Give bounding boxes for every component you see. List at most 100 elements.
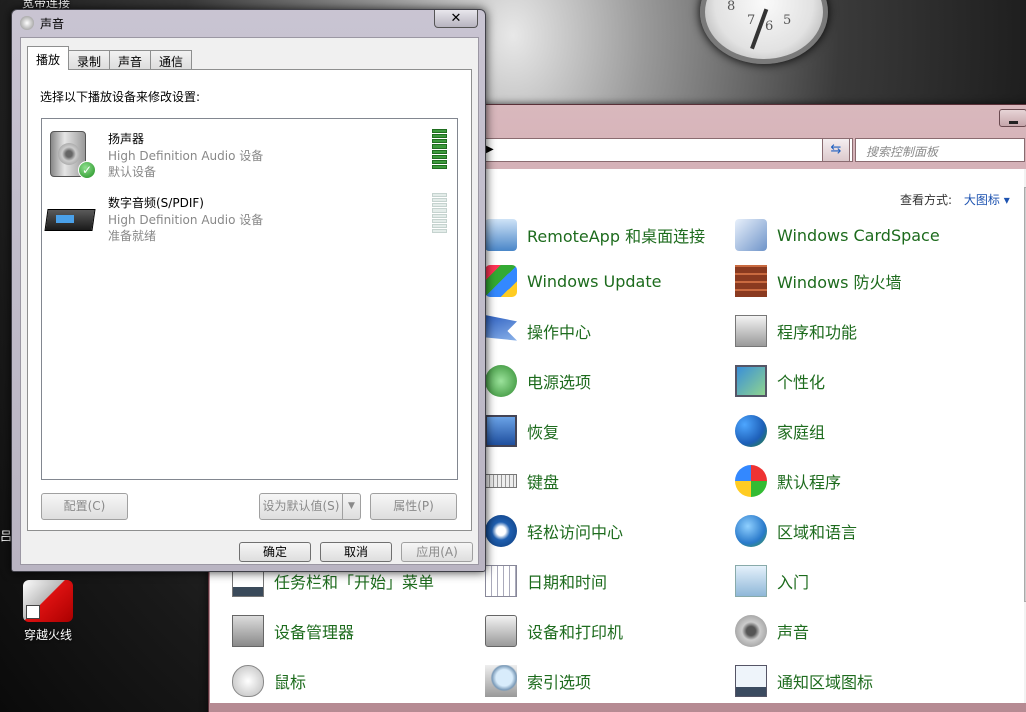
ok-button[interactable]: 确定 bbox=[239, 542, 311, 562]
default-check-icon: ✓ bbox=[78, 161, 96, 179]
cp-item-programs-features[interactable]: 程序和功能 bbox=[735, 315, 857, 347]
cp-item-label: 轻松访问中心 bbox=[527, 523, 624, 542]
cp-item-label: 通知区域图标 bbox=[777, 673, 874, 692]
dialog-client-area: 播放 录制 声音 通信 选择以下播放设备来修改设置: ✓ 扬声器 High De… bbox=[20, 37, 479, 565]
device-list[interactable]: ✓ 扬声器 High Definition Audio 设备 默认设备 数字音频… bbox=[41, 118, 458, 480]
instruction-text: 选择以下播放设备来修改设置: bbox=[40, 90, 201, 104]
playback-tab-panel: 选择以下播放设备来修改设置: ✓ 扬声器 High Definition Aud… bbox=[27, 69, 472, 531]
digital-audio-icon bbox=[44, 195, 96, 243]
sound-icon bbox=[735, 615, 767, 647]
cp-item-action-center[interactable]: 操作中心 bbox=[485, 315, 591, 347]
cp-item-label: 入门 bbox=[777, 573, 810, 592]
devices-printers-icon bbox=[485, 615, 517, 647]
view-by-dropdown[interactable]: 大图标 ▾ bbox=[964, 193, 1010, 207]
device-item-speakers[interactable]: ✓ 扬声器 High Definition Audio 设备 默认设备 bbox=[46, 125, 447, 187]
cp-item-label: 家庭组 bbox=[777, 423, 826, 442]
ease-of-access-icon bbox=[485, 515, 517, 547]
cp-item-label: 日期和时间 bbox=[527, 573, 608, 592]
default-programs-icon bbox=[735, 465, 767, 497]
cp-item-label: Windows Update bbox=[527, 271, 662, 291]
homegroup-icon bbox=[735, 415, 767, 447]
breadcrumb-arrow-icon[interactable]: ▶ bbox=[486, 144, 494, 155]
search-input[interactable]: 搜索控制面板 bbox=[855, 138, 1025, 162]
cp-item-label: 鼠标 bbox=[274, 673, 307, 692]
sound-title-icon bbox=[20, 16, 34, 30]
cp-item-cardspace[interactable]: Windows CardSpace bbox=[735, 219, 940, 251]
chevron-down-icon[interactable]: ▼ bbox=[342, 494, 360, 519]
cp-item-label: 设备管理器 bbox=[274, 623, 355, 642]
apply-button[interactable]: 应用(A) bbox=[401, 542, 473, 562]
device-status: 默认设备 bbox=[108, 165, 157, 179]
cp-item-date-time[interactable]: 日期和时间 bbox=[485, 565, 607, 597]
programs-features-icon bbox=[735, 315, 767, 347]
cp-item-personalization[interactable]: 个性化 bbox=[735, 365, 825, 397]
speaker-icon: ✓ bbox=[46, 131, 96, 179]
cp-item-label: Windows 防火墙 bbox=[777, 273, 902, 292]
cp-item-sound[interactable]: 声音 bbox=[735, 615, 809, 647]
tab-recording[interactable]: 录制 bbox=[68, 50, 111, 70]
refresh-button[interactable]: ⇆ bbox=[822, 138, 850, 162]
cp-item-region-language[interactable]: 区域和语言 bbox=[735, 515, 857, 547]
cp-item-firewall[interactable]: Windows 防火墙 bbox=[735, 265, 902, 297]
dialog-title: 声音 bbox=[40, 17, 65, 31]
cp-item-label: 电源选项 bbox=[527, 373, 592, 392]
tab-sounds[interactable]: 声音 bbox=[109, 50, 152, 70]
recovery-icon bbox=[485, 415, 517, 447]
desktop-clock-gadget[interactable]: 9 8 7 6 5 bbox=[700, 0, 828, 64]
cp-item-label: 设备和打印机 bbox=[527, 623, 624, 642]
minimize-button[interactable] bbox=[999, 109, 1026, 127]
device-name: 数字音频(S/PDIF) bbox=[108, 196, 204, 210]
cp-item-default-programs[interactable]: 默认程序 bbox=[735, 465, 841, 497]
cancel-button[interactable]: 取消 bbox=[320, 542, 392, 562]
cp-item-label: 操作中心 bbox=[527, 323, 592, 342]
notification-area-icon bbox=[735, 665, 767, 697]
close-button[interactable]: ✕ bbox=[434, 10, 478, 28]
personalization-icon bbox=[735, 365, 767, 397]
cp-item-remoteapp[interactable]: RemoteApp 和桌面连接 bbox=[485, 219, 705, 251]
remoteapp-icon bbox=[485, 219, 517, 251]
tab-communications[interactable]: 通信 bbox=[150, 50, 193, 70]
keyboard-icon bbox=[485, 474, 517, 488]
cp-item-label: 键盘 bbox=[527, 473, 560, 492]
cp-item-windows-update[interactable]: Windows Update bbox=[485, 265, 661, 297]
cp-item-notification-area[interactable]: 通知区域图标 bbox=[735, 665, 873, 697]
cp-item-ease-of-access[interactable]: 轻松访问中心 bbox=[485, 515, 623, 547]
cardspace-icon bbox=[735, 219, 767, 251]
crossfire-logo-icon bbox=[23, 580, 73, 622]
firewall-icon bbox=[735, 265, 767, 297]
power-options-icon bbox=[485, 365, 517, 397]
cp-item-getting-started[interactable]: 入门 bbox=[735, 565, 809, 597]
clock-number: 5 bbox=[783, 13, 792, 28]
sound-dialog: 声音 ✕ 播放 录制 声音 通信 选择以下播放设备来修改设置: ✓ 扬声器 Hi… bbox=[11, 9, 486, 572]
device-item-spdif[interactable]: 数字音频(S/PDIF) High Definition Audio 设备 准备… bbox=[44, 189, 447, 251]
set-default-label: 设为默认值(S) bbox=[262, 499, 340, 513]
action-center-flag-icon bbox=[485, 315, 517, 341]
cp-item-devices-printers[interactable]: 设备和打印机 bbox=[485, 615, 623, 647]
windows-update-icon bbox=[485, 265, 517, 297]
region-language-icon bbox=[735, 515, 767, 547]
volume-meter bbox=[432, 193, 447, 233]
desktop-shortcut-crossfire[interactable]: 穿越火线 bbox=[20, 580, 76, 643]
cp-item-homegroup[interactable]: 家庭组 bbox=[735, 415, 825, 447]
configure-button[interactable]: 配置(C) bbox=[41, 493, 128, 520]
cp-item-mouse[interactable]: 鼠标 bbox=[232, 665, 306, 697]
cp-item-power-options[interactable]: 电源选项 bbox=[485, 365, 591, 397]
set-default-button[interactable]: 设为默认值(S) ▼ bbox=[259, 493, 361, 520]
cp-item-label: 声音 bbox=[777, 623, 810, 642]
properties-button[interactable]: 属性(P) bbox=[370, 493, 457, 520]
cp-item-label: RemoteApp 和桌面连接 bbox=[527, 227, 706, 246]
cp-item-device-manager[interactable]: 设备管理器 bbox=[232, 615, 354, 647]
device-manager-icon bbox=[232, 615, 264, 647]
cp-item-label: 默认程序 bbox=[777, 473, 842, 492]
cp-item-label: 程序和功能 bbox=[777, 323, 858, 342]
cp-item-label: 恢复 bbox=[527, 423, 560, 442]
cp-item-keyboard[interactable]: 键盘 bbox=[485, 465, 559, 497]
cp-item-recovery[interactable]: 恢复 bbox=[485, 415, 559, 447]
device-driver: High Definition Audio 设备 bbox=[108, 149, 264, 163]
cp-item-label: 个性化 bbox=[777, 373, 826, 392]
address-bar[interactable]: ▶ ▼ bbox=[479, 138, 853, 162]
tab-playback[interactable]: 播放 bbox=[27, 46, 70, 70]
mouse-icon bbox=[232, 665, 264, 697]
indexing-options-icon bbox=[485, 665, 517, 697]
cp-item-indexing-options[interactable]: 索引选项 bbox=[485, 665, 591, 697]
